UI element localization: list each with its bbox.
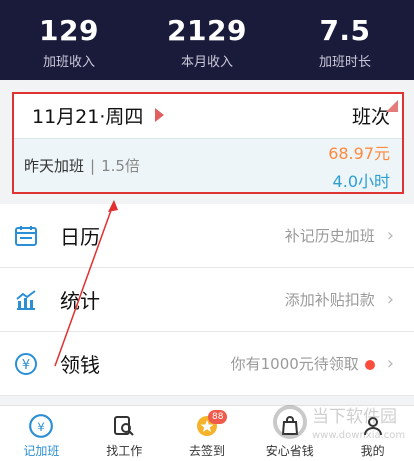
separator: | — [90, 156, 96, 175]
stat-value: 7.5 — [319, 14, 371, 47]
nav-label: 记加班 — [23, 444, 60, 458]
menu-hint: 补记历史加班 — [284, 227, 375, 245]
chart-icon — [16, 289, 36, 310]
stat-overtime-income[interactable]: 129 加班收入 — [0, 0, 138, 80]
nav-label: 找工作 — [106, 444, 143, 458]
stat-value: 2129 — [167, 14, 247, 47]
nav-check-in[interactable]: 88 去签到 — [166, 406, 249, 461]
menu-row-statistics[interactable]: 统计 添加补贴扣款 › — [0, 268, 414, 332]
calendar-icon — [15, 225, 37, 246]
menu-row-collect-money[interactable]: ¥ 领钱 你有1000元待领取 › — [0, 332, 414, 396]
profile-icon — [359, 412, 387, 440]
menu-row-calendar[interactable]: 日历 补记历史加班 › — [0, 204, 414, 268]
bottom-nav: ¥ 记加班 找工作 88 去签到 安心省钱 我的 — [0, 405, 414, 461]
svg-text:¥: ¥ — [38, 420, 46, 434]
nav-save-money[interactable]: 安心省钱 — [248, 406, 331, 461]
chevron-right-icon: › — [386, 353, 394, 374]
next-day-icon[interactable] — [155, 108, 165, 122]
nav-profile[interactable]: 我的 — [331, 406, 414, 461]
chevron-right-icon: › — [386, 289, 394, 310]
menu-title: 领钱 — [60, 353, 100, 377]
nav-overtime[interactable]: ¥ 记加班 — [0, 406, 83, 461]
menu-list: 日历 补记历史加班 › 统计 添加补贴扣款 › ¥ 领钱 你有1000元待领取 … — [0, 204, 414, 396]
search-job-icon — [110, 412, 138, 440]
stat-value: 129 — [39, 14, 99, 47]
stat-label: 加班时长 — [318, 55, 371, 70]
checkin-badge: 88 — [207, 410, 228, 424]
rate-label: 1.5倍 — [101, 157, 140, 175]
svg-text:¥: ¥ — [22, 358, 30, 373]
yen-icon: ¥ — [15, 352, 37, 375]
nav-find-job[interactable]: 找工作 — [83, 406, 166, 461]
chevron-right-icon: › — [386, 225, 394, 246]
red-dot-icon — [364, 359, 375, 370]
amount-value: 68.97元 — [328, 143, 390, 163]
nav-label: 安心省钱 — [265, 444, 314, 458]
menu-title: 统计 — [60, 289, 100, 313]
menu-hint-text: 你有1000元待领取 — [230, 355, 359, 373]
menu-title: 日历 — [60, 225, 100, 249]
menu-hint: 添加补贴扣款 — [284, 291, 375, 309]
menu-hint: 你有1000元待领取 — [231, 353, 375, 374]
checkin-icon: 88 — [193, 410, 228, 440]
date-text[interactable]: 11月21·周四 — [32, 102, 143, 129]
yesterday-values: 68.97元 4.0小时 — [328, 140, 390, 192]
yesterday-label: 昨天加班 — [24, 157, 85, 175]
stats-header: 129 加班收入 2129 本月收入 7.5 加班时长 — [0, 0, 414, 80]
stat-label: 加班收入 — [42, 55, 95, 70]
stat-label: 本月收入 — [180, 55, 233, 70]
date-row: 11月21·周四 班次 — [14, 94, 402, 136]
date-card[interactable]: 11月21·周四 班次 昨天加班 | 1.5倍 68.97元 4.0小时 — [12, 92, 404, 194]
hours-value: 4.0小时 — [332, 171, 390, 191]
shift-label[interactable]: 班次 — [352, 102, 390, 129]
stat-overtime-hours[interactable]: 7.5 加班时长 — [276, 0, 414, 80]
bag-icon — [276, 412, 304, 440]
overtime-icon: ¥ — [27, 412, 55, 440]
nav-label: 去签到 — [188, 444, 225, 458]
yesterday-overtime[interactable]: 昨天加班 | 1.5倍 68.97元 4.0小时 — [14, 138, 402, 192]
nav-label: 我的 — [360, 444, 385, 458]
stat-monthly-income[interactable]: 2129 本月收入 — [138, 0, 276, 80]
corner-indicator-icon — [386, 100, 398, 112]
